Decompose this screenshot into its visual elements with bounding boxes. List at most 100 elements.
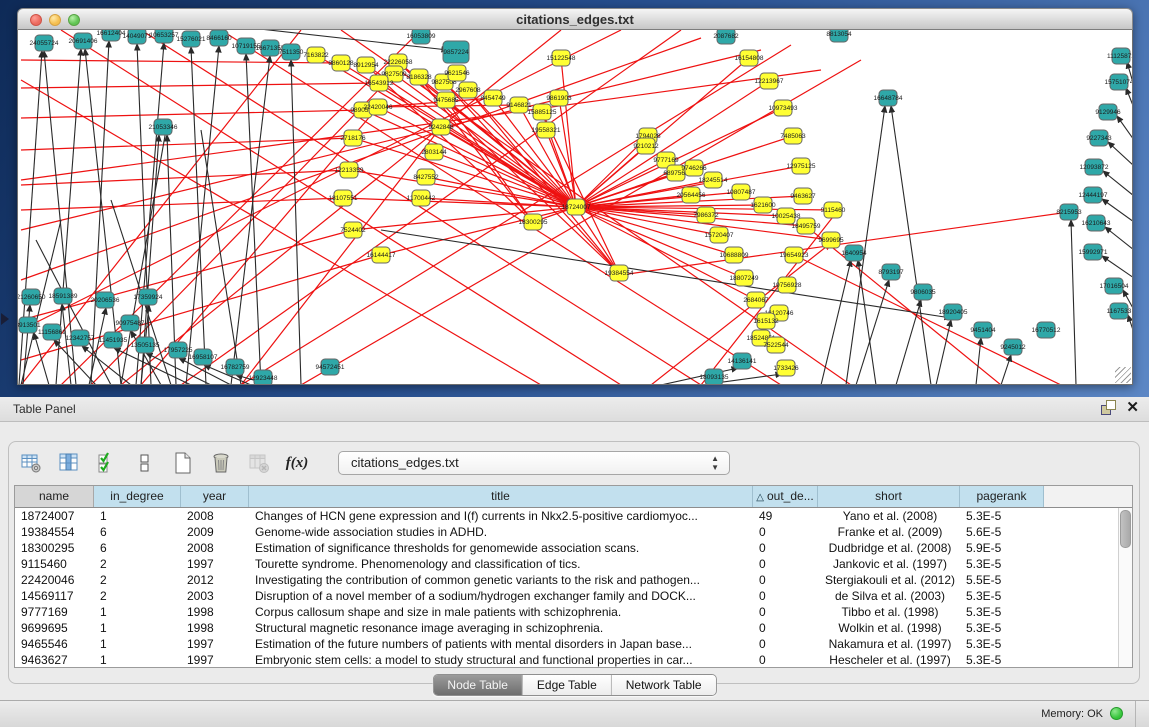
table-row[interactable]: 1872400712008Changes of HCN gene express… — [15, 508, 1132, 524]
cell-title[interactable]: Estimation of significance thresholds fo… — [249, 540, 753, 556]
cell-year[interactable]: 1997 — [181, 636, 249, 652]
table-row[interactable]: 1938455462009Genome-wide association stu… — [15, 524, 1132, 540]
cell-pagerank[interactable]: 5.3E-5 — [960, 508, 1044, 524]
cell-out-de-[interactable]: 0 — [753, 636, 818, 652]
table-body[interactable]: 1872400712008Changes of HCN gene express… — [15, 508, 1132, 668]
column-header-pagerank[interactable]: pagerank — [960, 486, 1044, 507]
network-node[interactable]: 18300295 — [519, 214, 548, 230]
cell-year[interactable]: 2003 — [181, 588, 249, 604]
network-node[interactable]: 8793197 — [878, 264, 904, 280]
table-row[interactable]: 969969511998Structural magnetic resonanc… — [15, 620, 1132, 636]
column-visibility-icon[interactable] — [94, 450, 120, 476]
cell-name[interactable]: 9777169 — [15, 604, 94, 620]
cell-year[interactable]: 2008 — [181, 508, 249, 524]
network-node[interactable]: 21260650 — [18, 289, 46, 305]
row-height-icon[interactable] — [132, 450, 158, 476]
network-node[interactable]: 8427552 — [413, 169, 439, 185]
cell-name[interactable]: 19384554 — [15, 524, 94, 540]
citation-network-graph[interactable]: 2405572420691406166124041404907110653257… — [18, 30, 1132, 384]
cell-name[interactable]: 9465546 — [15, 636, 94, 652]
network-view-window[interactable]: citations_edges.txt 24055724206914061661… — [17, 8, 1133, 385]
network-node[interactable]: 10973493 — [769, 100, 798, 116]
cell-out-de-[interactable]: 0 — [753, 524, 818, 540]
network-node[interactable]: 16648784 — [874, 90, 903, 106]
float-panel-icon[interactable] — [1101, 400, 1116, 415]
column-header-name[interactable]: name — [15, 486, 94, 507]
cell-title[interactable]: Estimation of the future numbers of pati… — [249, 636, 753, 652]
network-canvas[interactable]: 2405572420691406166124041404907110653257… — [17, 30, 1133, 385]
table-row[interactable]: 2242004622012Investigating the contribut… — [15, 572, 1132, 588]
cell-short[interactable]: de Silva et al. (2003) — [818, 588, 960, 604]
network-node[interactable]: 8860128 — [328, 55, 354, 71]
network-node[interactable]: 2803144 — [421, 144, 447, 160]
cell-short[interactable]: Stergiakouli et al. (2012) — [818, 572, 960, 588]
network-node[interactable]: 11125872 — [1107, 48, 1132, 64]
cell-out-de-[interactable]: 0 — [753, 620, 818, 636]
cell-name[interactable]: 14569117 — [15, 588, 94, 604]
cell-title[interactable]: Disruption of a novel member of a sodium… — [249, 588, 753, 604]
network-node[interactable]: 9475685 — [433, 92, 459, 108]
cell-title[interactable]: Structural magnetic resonance image aver… — [249, 620, 753, 636]
network-node[interactable]: 8454749 — [480, 90, 506, 106]
close-panel-icon[interactable]: ✕ — [1126, 400, 1139, 415]
table-settings-icon[interactable] — [18, 450, 44, 476]
column-header-year[interactable]: year — [181, 486, 249, 507]
network-node[interactable]: 18920405 — [939, 304, 968, 320]
cell-short[interactable]: Jankovic et al. (1997) — [818, 556, 960, 572]
network-node[interactable]: 18495759 — [792, 218, 821, 234]
window-resize-grip[interactable] — [1115, 367, 1131, 383]
column-header-in-degree[interactable]: in_degree — [94, 486, 181, 507]
cell-short[interactable]: Dudbridge et al. (2008) — [818, 540, 960, 556]
network-node[interactable]: 9621546 — [444, 65, 470, 81]
network-node[interactable]: 12342757 — [66, 330, 95, 346]
cell-short[interactable]: Wolkin et al. (1998) — [818, 620, 960, 636]
network-node[interactable]: 19384554 — [605, 265, 634, 281]
network-node[interactable]: 9210212 — [633, 138, 659, 154]
network-node[interactable]: 9806035 — [910, 284, 936, 300]
network-node[interactable]: 1621600 — [750, 197, 776, 213]
cell-out-de-[interactable]: 0 — [753, 572, 818, 588]
network-node[interactable]: 24055724 — [30, 35, 59, 51]
cell-out-de-[interactable]: 0 — [753, 556, 818, 572]
network-node[interactable]: 10025438 — [772, 208, 801, 224]
cell-out-de-[interactable]: 0 — [753, 652, 818, 668]
cell-pagerank[interactable]: 5.3E-5 — [960, 620, 1044, 636]
network-node[interactable]: 2684067 — [743, 292, 769, 308]
network-node[interactable]: 15276021 — [177, 31, 206, 47]
network-node[interactable]: 9245012 — [1000, 339, 1026, 355]
cell-year[interactable]: 2012 — [181, 572, 249, 588]
cell-in-degree[interactable]: 6 — [94, 524, 181, 540]
network-node[interactable]: 18807249 — [730, 270, 759, 286]
network-node[interactable]: 9857224 — [443, 41, 469, 63]
cell-year[interactable]: 1997 — [181, 652, 249, 668]
network-node[interactable]: 10653257 — [150, 30, 179, 43]
cell-pagerank[interactable]: 5.6E-5 — [960, 524, 1044, 540]
cell-in-degree[interactable]: 1 — [94, 620, 181, 636]
network-node[interactable]: 15122548 — [547, 50, 576, 66]
memory-status-icon[interactable] — [1110, 707, 1123, 720]
network-node[interactable]: 7524402 — [340, 222, 366, 238]
table-row[interactable]: 946554611997Estimation of the future num… — [15, 636, 1132, 652]
table-row[interactable]: 1456911722003Disruption of a novel membe… — [15, 588, 1132, 604]
network-node[interactable]: 16782759 — [221, 359, 250, 375]
network-node[interactable]: 14049071 — [123, 30, 152, 44]
network-node[interactable]: 12213359 — [335, 162, 364, 178]
table-select-dropdown[interactable]: citations_edges.txt ▲▼ — [338, 451, 730, 475]
network-node[interactable]: 1640954 — [841, 245, 867, 261]
table-row[interactable]: 1830029562008Estimation of significance … — [15, 540, 1132, 556]
cell-name[interactable]: 9115460 — [15, 556, 94, 572]
tab-network-table[interactable]: Network Table — [611, 675, 716, 695]
cell-year[interactable]: 1998 — [181, 604, 249, 620]
network-node[interactable]: 2967608 — [455, 82, 481, 98]
cell-out-de-[interactable]: 0 — [753, 540, 818, 556]
network-node[interactable]: 7163822 — [303, 47, 329, 63]
network-node[interactable]: 21053346 — [149, 119, 178, 135]
cell-pagerank[interactable]: 5.3E-5 — [960, 604, 1044, 620]
column-header-short[interactable]: short — [818, 486, 960, 507]
cell-short[interactable]: Hescheler et al. (1997) — [818, 652, 960, 668]
network-window-titlebar[interactable]: citations_edges.txt — [17, 8, 1133, 30]
table-row[interactable]: 911546021997Tourette syndrome. Phenomeno… — [15, 556, 1132, 572]
network-node[interactable]: 15720407 — [705, 227, 734, 243]
cell-short[interactable]: Nakamura et al. (1997) — [818, 636, 960, 652]
cell-year[interactable]: 1998 — [181, 620, 249, 636]
